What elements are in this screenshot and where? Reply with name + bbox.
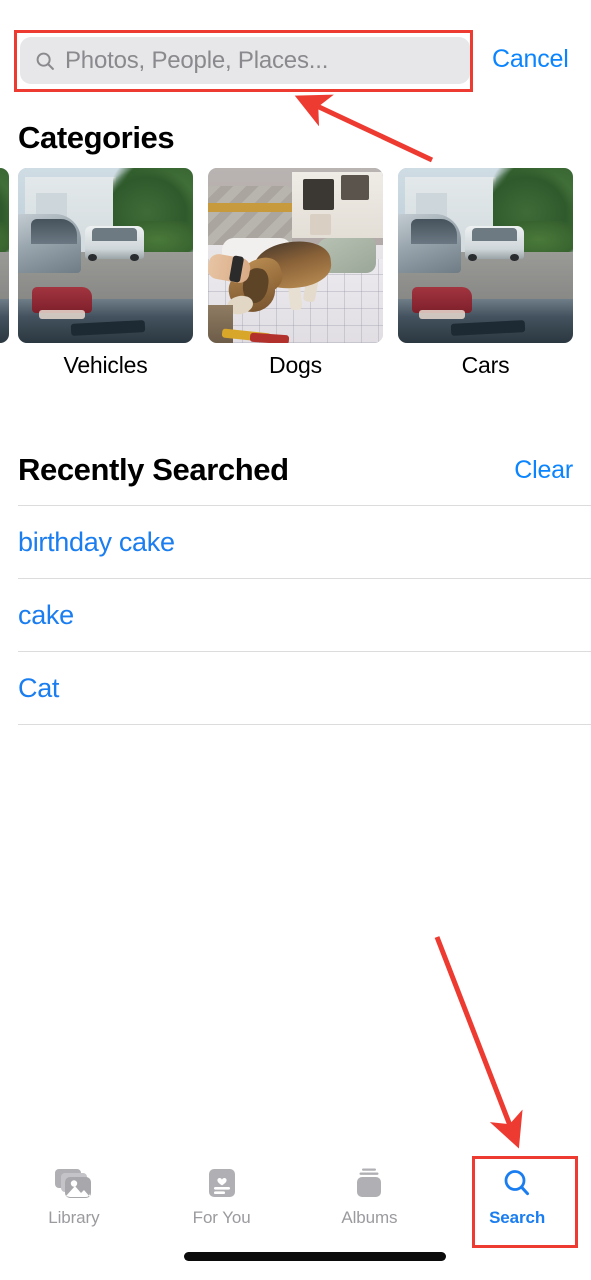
recent-search-text: Cat	[18, 672, 60, 703]
recent-search-text: cake	[18, 599, 74, 630]
category-tile-partial[interactable]	[0, 168, 9, 352]
annotation-arrow-to-search-field	[294, 94, 434, 163]
list-item[interactable]: cake	[18, 578, 591, 651]
category-thumbnail	[18, 168, 193, 343]
annotation-arrow-to-search-tab	[434, 936, 523, 1149]
tab-label: For You	[192, 1208, 251, 1227]
tab-search[interactable]: Search	[443, 1152, 591, 1248]
category-tile-cars[interactable]: Cars	[398, 168, 573, 379]
category-thumbnail	[398, 168, 573, 343]
search-icon	[499, 1164, 535, 1204]
category-thumbnail	[208, 168, 383, 343]
list-item[interactable]: birthday cake	[18, 505, 591, 578]
tab-bar: Library For You Albums Search	[0, 1152, 591, 1248]
photo-stack-icon	[53, 1164, 95, 1204]
categories-strip[interactable]: Vehicles Dogs Cars	[0, 168, 591, 383]
clear-button[interactable]: Clear	[514, 456, 573, 485]
cancel-button[interactable]: Cancel	[492, 45, 569, 74]
home-indicator	[184, 1252, 446, 1261]
tab-albums[interactable]: Albums	[296, 1152, 444, 1248]
category-thumbnail	[0, 168, 9, 343]
tab-label: Library	[48, 1208, 100, 1227]
category-label: Vehicles	[63, 352, 148, 378]
category-tile-vehicles[interactable]: Vehicles	[18, 168, 193, 379]
category-label: Cars	[461, 352, 510, 378]
albums-stack-icon	[351, 1164, 387, 1204]
search-icon	[36, 52, 54, 70]
tab-library[interactable]: Library	[0, 1152, 148, 1248]
categories-title: Categories	[18, 120, 175, 155]
tab-for-you[interactable]: For You	[148, 1152, 296, 1248]
search-placeholder: Photos, People, Places...	[65, 46, 329, 74]
recent-search-text: birthday cake	[18, 526, 175, 557]
category-tile-dogs[interactable]: Dogs	[208, 168, 383, 379]
recently-searched-list: birthday cake cake Cat	[0, 505, 591, 725]
search-bar-row: Photos, People, Places... Cancel	[0, 0, 591, 100]
category-label: Dogs	[269, 352, 322, 378]
heart-card-icon	[204, 1164, 240, 1204]
tab-label: Albums	[341, 1208, 398, 1227]
search-input[interactable]: Photos, People, Places...	[20, 37, 470, 84]
recently-searched-title: Recently Searched	[18, 452, 289, 487]
list-item[interactable]: Cat	[18, 651, 591, 725]
tab-label: Search	[489, 1208, 546, 1227]
